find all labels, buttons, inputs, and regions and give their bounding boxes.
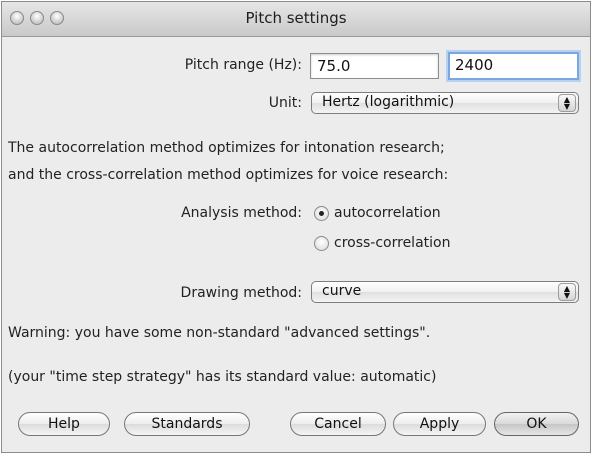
pitch-range-label: Pitch range (Hz):	[184, 57, 302, 73]
drawing-method-label: Drawing method:	[180, 285, 302, 301]
select-arrows-icon: ▲ ▼	[558, 94, 576, 112]
ok-button[interactable]: OK	[494, 412, 579, 436]
radio-autocorrelation[interactable]: autocorrelation	[314, 205, 441, 221]
radio-cross-correlation[interactable]: cross-correlation	[314, 235, 450, 251]
warning-line-1: Warning: you have some non-standard "adv…	[8, 325, 431, 341]
unit-label: Unit:	[268, 95, 302, 111]
analysis-method-label: Analysis method:	[181, 205, 302, 221]
radio-unselected-icon	[314, 235, 329, 251]
info-line-2: and the cross-correlation method optimiz…	[8, 167, 449, 183]
window-title: Pitch settings	[245, 9, 347, 27]
radio-selected-icon	[314, 205, 329, 221]
select-arrows-icon: ▲ ▼	[558, 283, 576, 301]
pitch-range-max-field[interactable]: 2400	[448, 52, 579, 80]
pitch-settings-dialog: Pitch settings Pitch range (Hz): 75.0 24…	[1, 1, 591, 453]
pitch-range-min-field[interactable]: 75.0	[310, 53, 439, 79]
unit-select-value: Hertz (logarithmic)	[322, 94, 455, 110]
cancel-button[interactable]: Cancel	[290, 412, 386, 436]
apply-button[interactable]: Apply	[393, 412, 486, 436]
radio-cross-correlation-label: cross-correlation	[334, 235, 451, 251]
drawing-method-value: curve	[322, 283, 362, 299]
drawing-method-select[interactable]: curve ▲ ▼	[311, 281, 579, 303]
unit-select[interactable]: Hertz (logarithmic) ▲ ▼	[311, 92, 579, 114]
warning-line-2: (your "time step strategy" has its stand…	[8, 369, 437, 385]
radio-autocorrelation-label: autocorrelation	[334, 205, 441, 221]
help-button[interactable]: Help	[18, 412, 110, 436]
info-line-1: The autocorrelation method optimizes for…	[8, 140, 445, 156]
title-bar[interactable]: Pitch settings	[2, 2, 590, 37]
standards-button[interactable]: Standards	[124, 412, 250, 436]
